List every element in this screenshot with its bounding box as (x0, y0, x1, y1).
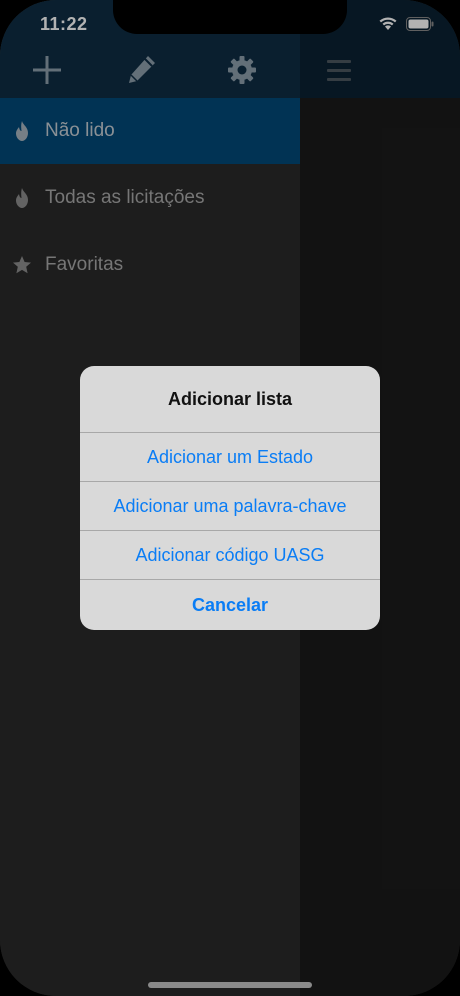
dialog-title: Adicionar lista (80, 366, 380, 433)
add-list-dialog: Adicionar lista Adicionar um Estado Adic… (80, 366, 380, 630)
home-indicator[interactable] (148, 982, 312, 988)
add-uasg-code-button[interactable]: Adicionar código UASG (80, 531, 380, 580)
cancel-button[interactable]: Cancelar (80, 580, 380, 630)
add-keyword-button[interactable]: Adicionar uma palavra-chave (80, 482, 380, 531)
screen: Não lido Todas as licitações Favoritas 1… (0, 0, 460, 996)
add-state-button[interactable]: Adicionar um Estado (80, 433, 380, 482)
